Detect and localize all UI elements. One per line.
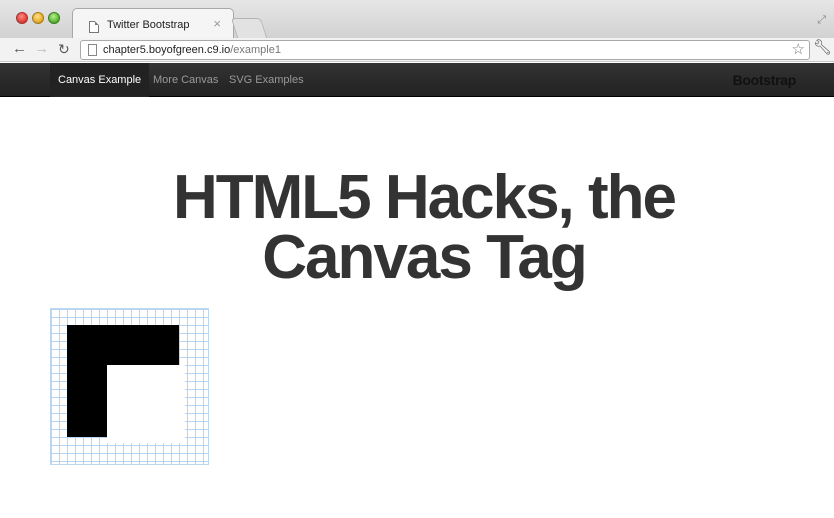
nav-item-more-canvas[interactable]: More Canvas	[145, 63, 226, 97]
browser-tab[interactable]: Twitter Bootstrap ×	[72, 8, 234, 38]
url-text[interactable]: chapter5.boyofgreen.c9.io/example1	[103, 44, 281, 56]
forward-arrow-icon[interactable]: →	[34, 40, 49, 58]
brand-link[interactable]: Bootstrap	[733, 63, 797, 97]
fullscreen-icon[interactable]: ⤢	[817, 14, 826, 27]
browser-tabstrip: Twitter Bootstrap × ⤢	[0, 0, 834, 38]
close-window-button[interactable]	[16, 12, 28, 24]
site-navbar: Canvas Example More Canvas SVG Examples …	[0, 63, 834, 97]
new-tab-button[interactable]	[230, 18, 268, 38]
page-content: HTML5 Hacks, the Canvas Tag	[0, 98, 834, 518]
url-path: /example1	[230, 44, 281, 56]
address-bar[interactable]: chapter5.boyofgreen.c9.io/example1 ☆	[80, 40, 810, 60]
hero-heading: HTML5 Hacks, the Canvas Tag	[60, 167, 788, 289]
zoom-window-button[interactable]	[48, 12, 60, 24]
browser-toolbar: ← → ↻ chapter5.boyofgreen.c9.io/example1…	[0, 38, 834, 62]
tab-title: Twitter Bootstrap	[107, 19, 190, 31]
hero-line-1: HTML5 Hacks, the	[172, 163, 677, 232]
star-icon[interactable]: ☆	[792, 40, 805, 58]
canvas-element	[50, 308, 209, 465]
page-icon	[89, 21, 99, 33]
white-square	[107, 365, 185, 443]
black-square	[67, 325, 185, 443]
url-host: chapter5.boyofgreen.c9.io	[103, 44, 231, 56]
tab-close-icon[interactable]: ×	[213, 16, 221, 31]
nav-item-canvas-example[interactable]: Canvas Example	[50, 63, 150, 97]
hero-line-2: Canvas Tag	[262, 223, 587, 292]
nav-item-svg-examples[interactable]: SVG Examples	[221, 63, 312, 97]
wrench-icon[interactable]: 🔧︎	[813, 38, 832, 56]
reload-icon[interactable]: ↻	[58, 40, 70, 58]
minimize-window-button[interactable]	[32, 12, 44, 24]
back-arrow-icon[interactable]: ←	[12, 40, 27, 58]
page-icon	[88, 44, 97, 56]
